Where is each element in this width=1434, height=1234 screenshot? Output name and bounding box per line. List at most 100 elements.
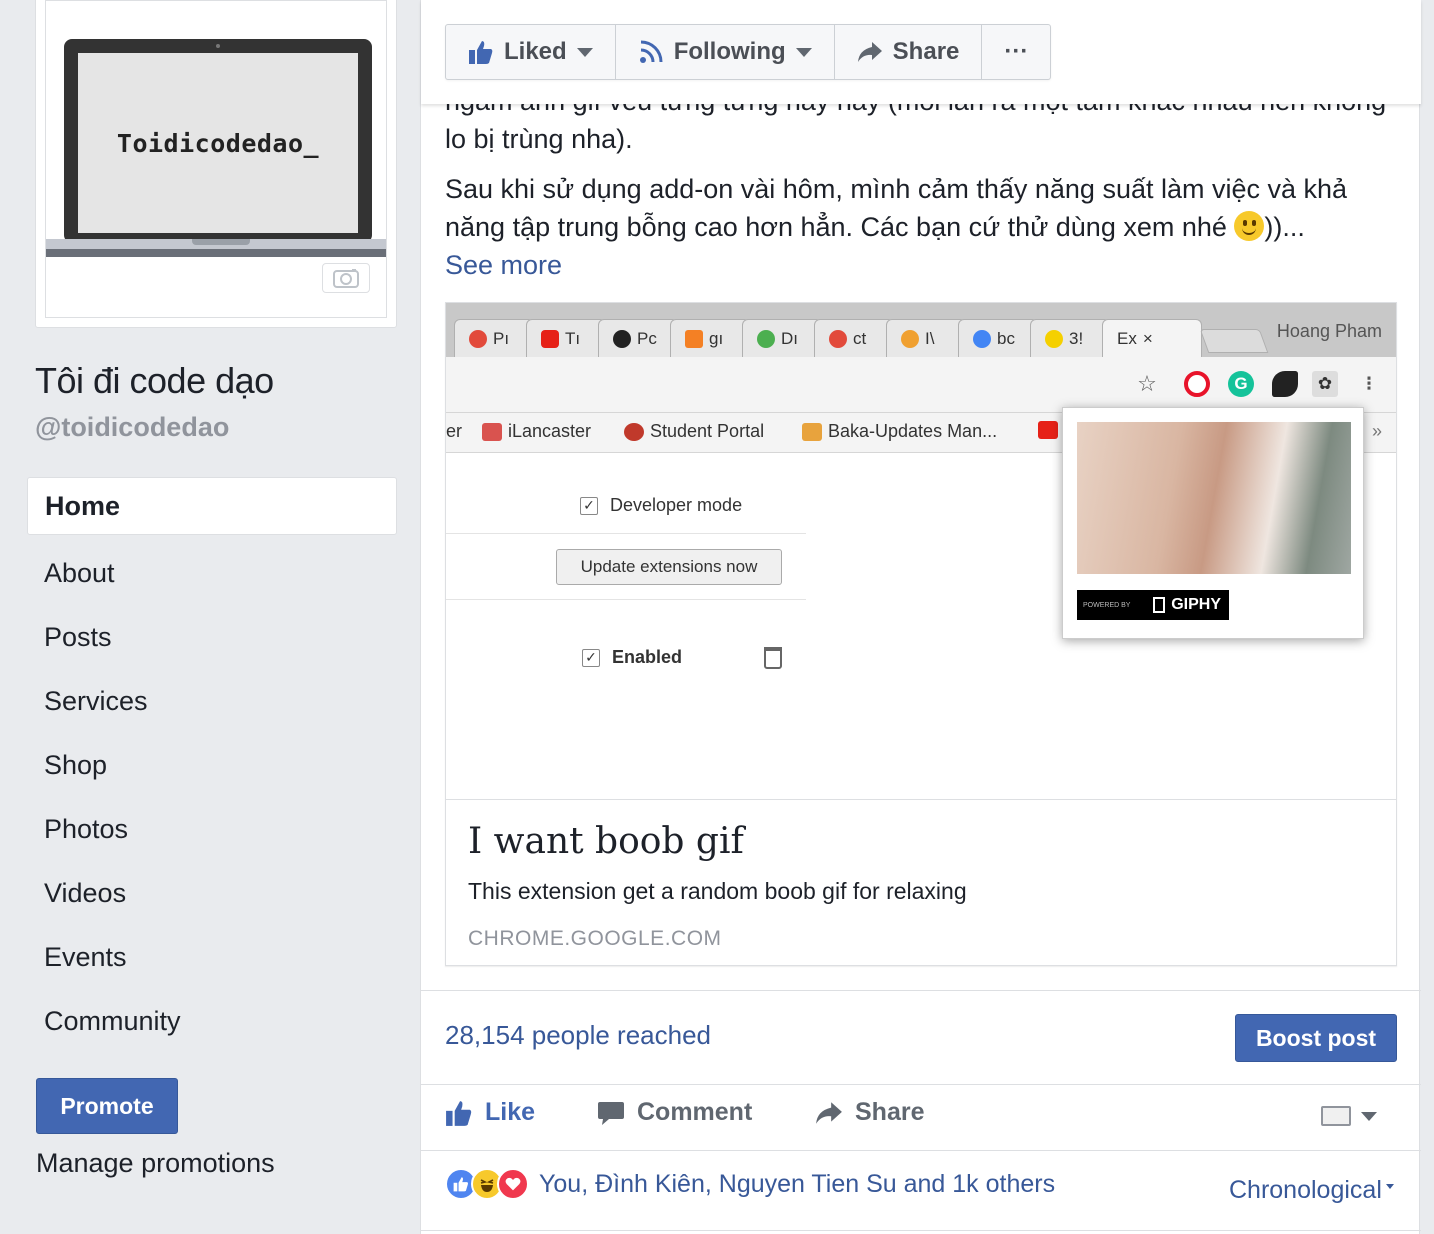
- chrome-icon: [469, 329, 487, 348]
- chevron-down-icon: [795, 47, 812, 57]
- browser-tab: Dı: [742, 319, 822, 357]
- menu-icon: ⋮: [1360, 374, 1378, 393]
- nav-item-community[interactable]: Community: [27, 989, 397, 1053]
- nav-item-videos[interactable]: Videos: [27, 861, 397, 925]
- manage-promotions-link[interactable]: Manage promotions: [36, 1148, 275, 1179]
- giphy-badge: POWERED BY GIPHY: [1077, 590, 1229, 620]
- browser-user-label: Hoang Pham: [1276, 321, 1382, 341]
- see-more-link[interactable]: See more: [445, 250, 562, 280]
- share-button[interactable]: Share: [815, 1098, 924, 1127]
- bookmark-item: Baka-Updates Man...: [802, 421, 997, 442]
- bookmarks-overflow-icon: »: [1372, 421, 1383, 441]
- post-paragraph-main-text: Sau khi sử dụng add-on vài hôm, mình cảm…: [445, 174, 1348, 242]
- comment-sort-label: Chronological: [1229, 1176, 1382, 1204]
- giphy-extension-icon: ✿: [1312, 371, 1338, 397]
- share-label: Share: [855, 1098, 925, 1126]
- browser-tab: 3!: [1030, 319, 1110, 357]
- love-reaction-icon: [497, 1168, 529, 1200]
- trash-icon: [764, 647, 782, 669]
- github-icon: [613, 329, 631, 348]
- post-card: Liked Following Share ··· ngắm ảnh gif v…: [420, 0, 1421, 1234]
- chrome-icon: [829, 329, 847, 348]
- liked-button[interactable]: Liked: [446, 25, 616, 79]
- chevron-down-icon: [576, 47, 593, 57]
- youtube-icon: [1038, 421, 1058, 439]
- extension-settings: ✓ Developer mode Update extensions now ✓ E…: [446, 453, 806, 753]
- extension-icon: [1272, 371, 1298, 397]
- link-description: This extension get a random boob gif for…: [468, 878, 967, 904]
- post-paragraph-tail: ))...: [1264, 212, 1305, 242]
- browser-tab: I\: [886, 319, 966, 357]
- people-reached-link[interactable]: 28,154 people reached: [445, 1020, 711, 1051]
- thumbs-up-icon: [469, 41, 493, 64]
- checkbox-icon: ✓: [582, 648, 600, 667]
- thumbs-up-icon: [446, 1100, 472, 1126]
- promote-button[interactable]: Promote: [36, 1078, 178, 1134]
- star-icon: ☆: [1137, 371, 1157, 396]
- update-extensions-button: Update extensions now: [556, 549, 782, 585]
- post-actions: Like Comment Share: [421, 1086, 1421, 1148]
- divider: [446, 533, 806, 534]
- nav-item-events[interactable]: Events: [27, 925, 397, 989]
- camera-icon: [333, 269, 359, 288]
- browser-tab: ct: [814, 319, 894, 357]
- laptop-display: Toidicodedao_: [78, 53, 358, 233]
- smile-emoji-icon: [1234, 211, 1265, 241]
- like-button[interactable]: Like: [445, 1098, 535, 1127]
- profile-picture[interactable]: Toidicodedao_: [45, 0, 387, 318]
- share-label: Share: [892, 38, 960, 65]
- stackoverflow-icon: [685, 329, 703, 348]
- bookmark-item: [1038, 421, 1058, 439]
- browser-tab: gı: [670, 319, 750, 357]
- laptop-notch: [192, 239, 250, 245]
- reactions-summary[interactable]: You, Đình Kiên, Nguyen Tien Su and 1k ot…: [445, 1168, 1055, 1200]
- reactions-text: You, Đình Kiên, Nguyen Tien Su and 1k ot…: [539, 1169, 1056, 1198]
- browser-tab: Pı: [454, 319, 534, 357]
- bookmark-item: iLancaster: [482, 421, 591, 442]
- like-label: Like: [485, 1098, 536, 1126]
- link-card-body: I want boob gif This extension get a ran…: [468, 821, 1368, 951]
- update-photo-button[interactable]: [322, 263, 370, 293]
- page-title[interactable]: Tôi đi code dạo: [35, 360, 274, 402]
- audience-icon: [1321, 1106, 1351, 1126]
- giphy-popup: POWERED BY GIPHY: [1062, 407, 1364, 639]
- enabled-row: ✓ Enabled: [582, 647, 682, 668]
- comment-sort-dropdown[interactable]: Chronological: [1229, 1176, 1394, 1205]
- nav-item-posts[interactable]: Posts: [27, 605, 397, 669]
- divider: [421, 1230, 1421, 1231]
- youtube-icon: [541, 329, 559, 348]
- share-arrow-icon: [857, 42, 882, 62]
- chevron-down-icon: [1361, 1111, 1377, 1121]
- bookmark-item: er: [446, 421, 463, 441]
- link-preview-card[interactable]: Pı Tı Pc gı Dı ct I\ bc 3! Ex × Hoang Pha…: [445, 302, 1397, 966]
- page-handle[interactable]: @toidicodedao: [35, 412, 229, 443]
- bookmark-icon: [802, 422, 822, 441]
- nav-item-shop[interactable]: Shop: [27, 733, 397, 797]
- comment-icon: [598, 1101, 624, 1125]
- audience-selector[interactable]: [1321, 1106, 1377, 1126]
- share-page-button[interactable]: Share: [835, 25, 983, 79]
- nav-item-about[interactable]: About: [27, 541, 397, 605]
- bookmark-item: Student Portal: [624, 421, 764, 442]
- laptop-camera-dot: [216, 44, 220, 48]
- opera-icon: [1184, 371, 1210, 397]
- bookmark-icon: [482, 422, 502, 441]
- boost-post-button[interactable]: Boost post: [1235, 1014, 1397, 1062]
- browser-toolbar: ☆ G ✿ ⋮: [446, 357, 1396, 413]
- laptop-illustration: Toidicodedao_: [64, 39, 372, 243]
- browser-tab: Tı: [526, 319, 606, 357]
- post-paragraph-main: Sau khi sử dụng add-on vài hôm, mình cảm…: [445, 170, 1405, 284]
- nav-item-photos[interactable]: Photos: [27, 797, 397, 861]
- checkbox-icon: ✓: [580, 496, 598, 515]
- browser-tab: bc: [958, 319, 1038, 357]
- browser-tab-active: Ex ×: [1102, 319, 1202, 357]
- following-button[interactable]: Following: [616, 25, 835, 79]
- more-options-button[interactable]: ···: [982, 25, 1050, 79]
- nav-item-home[interactable]: Home: [27, 477, 397, 535]
- link-title[interactable]: I want boob gif: [468, 821, 1368, 862]
- nav-item-services[interactable]: Services: [27, 669, 397, 733]
- preview-image: Pı Tı Pc gı Dı ct I\ bc 3! Ex × Hoang Pha…: [446, 303, 1396, 800]
- comment-label: Comment: [637, 1098, 753, 1126]
- comment-button[interactable]: Comment: [597, 1098, 752, 1127]
- browser-tab: Pc: [598, 319, 678, 357]
